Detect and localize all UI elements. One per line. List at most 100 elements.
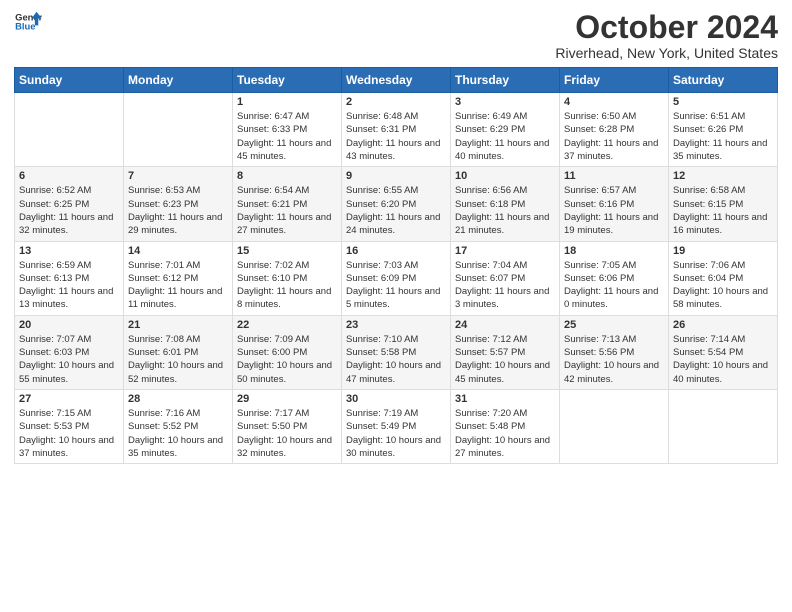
day-number: 15 xyxy=(237,245,337,257)
day-number: 29 xyxy=(237,393,337,405)
weekday-saturday: Saturday xyxy=(669,68,778,93)
day-number: 18 xyxy=(564,245,664,257)
day-cell: 15 Sunrise: 7:02 AM Sunset: 6:10 PM Dayli… xyxy=(233,241,342,315)
day-cell: 17 Sunrise: 7:04 AM Sunset: 6:07 PM Dayli… xyxy=(451,241,560,315)
day-cell xyxy=(15,93,124,167)
day-info: Sunrise: 7:05 AM Sunset: 6:06 PM Dayligh… xyxy=(564,259,664,312)
day-info: Sunrise: 6:58 AM Sunset: 6:15 PM Dayligh… xyxy=(673,184,773,237)
day-info: Sunrise: 7:15 AM Sunset: 5:53 PM Dayligh… xyxy=(19,407,119,460)
day-number: 24 xyxy=(455,319,555,331)
day-cell: 24 Sunrise: 7:12 AM Sunset: 5:57 PM Dayli… xyxy=(451,315,560,389)
day-cell: 12 Sunrise: 6:58 AM Sunset: 6:15 PM Dayli… xyxy=(669,167,778,241)
location: Riverhead, New York, United States xyxy=(555,45,778,61)
week-row-5: 27 Sunrise: 7:15 AM Sunset: 5:53 PM Dayli… xyxy=(15,389,778,463)
day-info: Sunrise: 6:57 AM Sunset: 6:16 PM Dayligh… xyxy=(564,184,664,237)
day-info: Sunrise: 7:14 AM Sunset: 5:54 PM Dayligh… xyxy=(673,333,773,386)
day-number: 5 xyxy=(673,96,773,108)
weekday-header-row: SundayMondayTuesdayWednesdayThursdayFrid… xyxy=(15,68,778,93)
day-number: 19 xyxy=(673,245,773,257)
week-row-3: 13 Sunrise: 6:59 AM Sunset: 6:13 PM Dayli… xyxy=(15,241,778,315)
day-number: 1 xyxy=(237,96,337,108)
weekday-sunday: Sunday xyxy=(15,68,124,93)
day-cell: 13 Sunrise: 6:59 AM Sunset: 6:13 PM Dayli… xyxy=(15,241,124,315)
week-row-4: 20 Sunrise: 7:07 AM Sunset: 6:03 PM Dayli… xyxy=(15,315,778,389)
day-cell xyxy=(560,389,669,463)
day-cell: 25 Sunrise: 7:13 AM Sunset: 5:56 PM Dayli… xyxy=(560,315,669,389)
day-info: Sunrise: 6:59 AM Sunset: 6:13 PM Dayligh… xyxy=(19,259,119,312)
day-cell: 28Sunrise: 7:16 AM Sunset: 5:52 PM Dayli… xyxy=(124,389,233,463)
day-info: Sunrise: 7:13 AM Sunset: 5:56 PM Dayligh… xyxy=(564,333,664,386)
day-cell xyxy=(669,389,778,463)
day-cell: 5Sunrise: 6:51 AM Sunset: 6:26 PM Daylig… xyxy=(669,93,778,167)
day-cell: 14Sunrise: 7:01 AM Sunset: 6:12 PM Dayli… xyxy=(124,241,233,315)
logo: General Blue xyxy=(14,10,42,34)
day-cell: 21Sunrise: 7:08 AM Sunset: 6:01 PM Dayli… xyxy=(124,315,233,389)
day-cell: 6 Sunrise: 6:52 AM Sunset: 6:25 PM Daylig… xyxy=(15,167,124,241)
day-number: 17 xyxy=(455,245,555,257)
svg-text:Blue: Blue xyxy=(15,21,35,32)
day-number: 8 xyxy=(237,170,337,182)
day-cell: 23 Sunrise: 7:10 AM Sunset: 5:58 PM Dayli… xyxy=(342,315,451,389)
weekday-monday: Monday xyxy=(124,68,233,93)
day-cell: 30Sunrise: 7:19 AM Sunset: 5:49 PM Dayli… xyxy=(342,389,451,463)
day-info: Sunrise: 6:47 AM Sunset: 6:33 PM Dayligh… xyxy=(237,110,337,163)
day-number: 16 xyxy=(346,245,446,257)
day-info: Sunrise: 6:55 AM Sunset: 6:20 PM Dayligh… xyxy=(346,184,446,237)
day-cell: 18 Sunrise: 7:05 AM Sunset: 6:06 PM Dayli… xyxy=(560,241,669,315)
title-block: October 2024 Riverhead, New York, United… xyxy=(555,10,778,61)
day-cell: 9Sunrise: 6:55 AM Sunset: 6:20 PM Daylig… xyxy=(342,167,451,241)
day-info: Sunrise: 7:19 AM Sunset: 5:49 PM Dayligh… xyxy=(346,407,446,460)
day-number: 6 xyxy=(19,170,119,182)
logo-icon: General Blue xyxy=(14,10,42,34)
day-info: Sunrise: 7:10 AM Sunset: 5:58 PM Dayligh… xyxy=(346,333,446,386)
day-info: Sunrise: 6:54 AM Sunset: 6:21 PM Dayligh… xyxy=(237,184,337,237)
page: General Blue October 2024 Riverhead, New… xyxy=(0,0,792,612)
day-cell: 2Sunrise: 6:48 AM Sunset: 6:31 PM Daylig… xyxy=(342,93,451,167)
day-info: Sunrise: 7:07 AM Sunset: 6:03 PM Dayligh… xyxy=(19,333,119,386)
day-number: 21 xyxy=(128,319,228,331)
day-info: Sunrise: 6:53 AM Sunset: 6:23 PM Dayligh… xyxy=(128,184,228,237)
day-info: Sunrise: 7:09 AM Sunset: 6:00 PM Dayligh… xyxy=(237,333,337,386)
day-cell: 11 Sunrise: 6:57 AM Sunset: 6:16 PM Dayli… xyxy=(560,167,669,241)
day-info: Sunrise: 7:06 AM Sunset: 6:04 PM Dayligh… xyxy=(673,259,773,312)
day-number: 4 xyxy=(564,96,664,108)
weekday-thursday: Thursday xyxy=(451,68,560,93)
day-number: 11 xyxy=(564,170,664,182)
day-info: Sunrise: 7:04 AM Sunset: 6:07 PM Dayligh… xyxy=(455,259,555,312)
day-info: Sunrise: 6:56 AM Sunset: 6:18 PM Dayligh… xyxy=(455,184,555,237)
calendar-body: 1 Sunrise: 6:47 AM Sunset: 6:33 PM Daylig… xyxy=(15,93,778,464)
day-cell: 8 Sunrise: 6:54 AM Sunset: 6:21 PM Daylig… xyxy=(233,167,342,241)
week-row-2: 6 Sunrise: 6:52 AM Sunset: 6:25 PM Daylig… xyxy=(15,167,778,241)
day-cell: 27 Sunrise: 7:15 AM Sunset: 5:53 PM Dayli… xyxy=(15,389,124,463)
day-cell: 4 Sunrise: 6:50 AM Sunset: 6:28 PM Daylig… xyxy=(560,93,669,167)
day-cell: 22Sunrise: 7:09 AM Sunset: 6:00 PM Dayli… xyxy=(233,315,342,389)
month-title: October 2024 xyxy=(555,10,778,45)
day-info: Sunrise: 7:12 AM Sunset: 5:57 PM Dayligh… xyxy=(455,333,555,386)
day-cell: 31Sunrise: 7:20 AM Sunset: 5:48 PM Dayli… xyxy=(451,389,560,463)
day-number: 26 xyxy=(673,319,773,331)
day-number: 7 xyxy=(128,170,228,182)
day-number: 20 xyxy=(19,319,119,331)
day-number: 27 xyxy=(19,393,119,405)
day-info: Sunrise: 7:02 AM Sunset: 6:10 PM Dayligh… xyxy=(237,259,337,312)
day-number: 23 xyxy=(346,319,446,331)
weekday-wednesday: Wednesday xyxy=(342,68,451,93)
day-cell: 29Sunrise: 7:17 AM Sunset: 5:50 PM Dayli… xyxy=(233,389,342,463)
day-cell: 19 Sunrise: 7:06 AM Sunset: 6:04 PM Dayli… xyxy=(669,241,778,315)
day-cell: 1 Sunrise: 6:47 AM Sunset: 6:33 PM Daylig… xyxy=(233,93,342,167)
day-number: 2 xyxy=(346,96,446,108)
day-info: Sunrise: 6:50 AM Sunset: 6:28 PM Dayligh… xyxy=(564,110,664,163)
calendar: SundayMondayTuesdayWednesdayThursdayFrid… xyxy=(14,67,778,464)
day-info: Sunrise: 6:49 AM Sunset: 6:29 PM Dayligh… xyxy=(455,110,555,163)
day-number: 13 xyxy=(19,245,119,257)
day-info: Sunrise: 6:52 AM Sunset: 6:25 PM Dayligh… xyxy=(19,184,119,237)
day-number: 31 xyxy=(455,393,555,405)
day-info: Sunrise: 7:03 AM Sunset: 6:09 PM Dayligh… xyxy=(346,259,446,312)
day-cell: 7 Sunrise: 6:53 AM Sunset: 6:23 PM Daylig… xyxy=(124,167,233,241)
day-cell xyxy=(124,93,233,167)
day-cell: 3Sunrise: 6:49 AM Sunset: 6:29 PM Daylig… xyxy=(451,93,560,167)
day-number: 25 xyxy=(564,319,664,331)
day-number: 14 xyxy=(128,245,228,257)
day-number: 12 xyxy=(673,170,773,182)
day-cell: 10Sunrise: 6:56 AM Sunset: 6:18 PM Dayli… xyxy=(451,167,560,241)
